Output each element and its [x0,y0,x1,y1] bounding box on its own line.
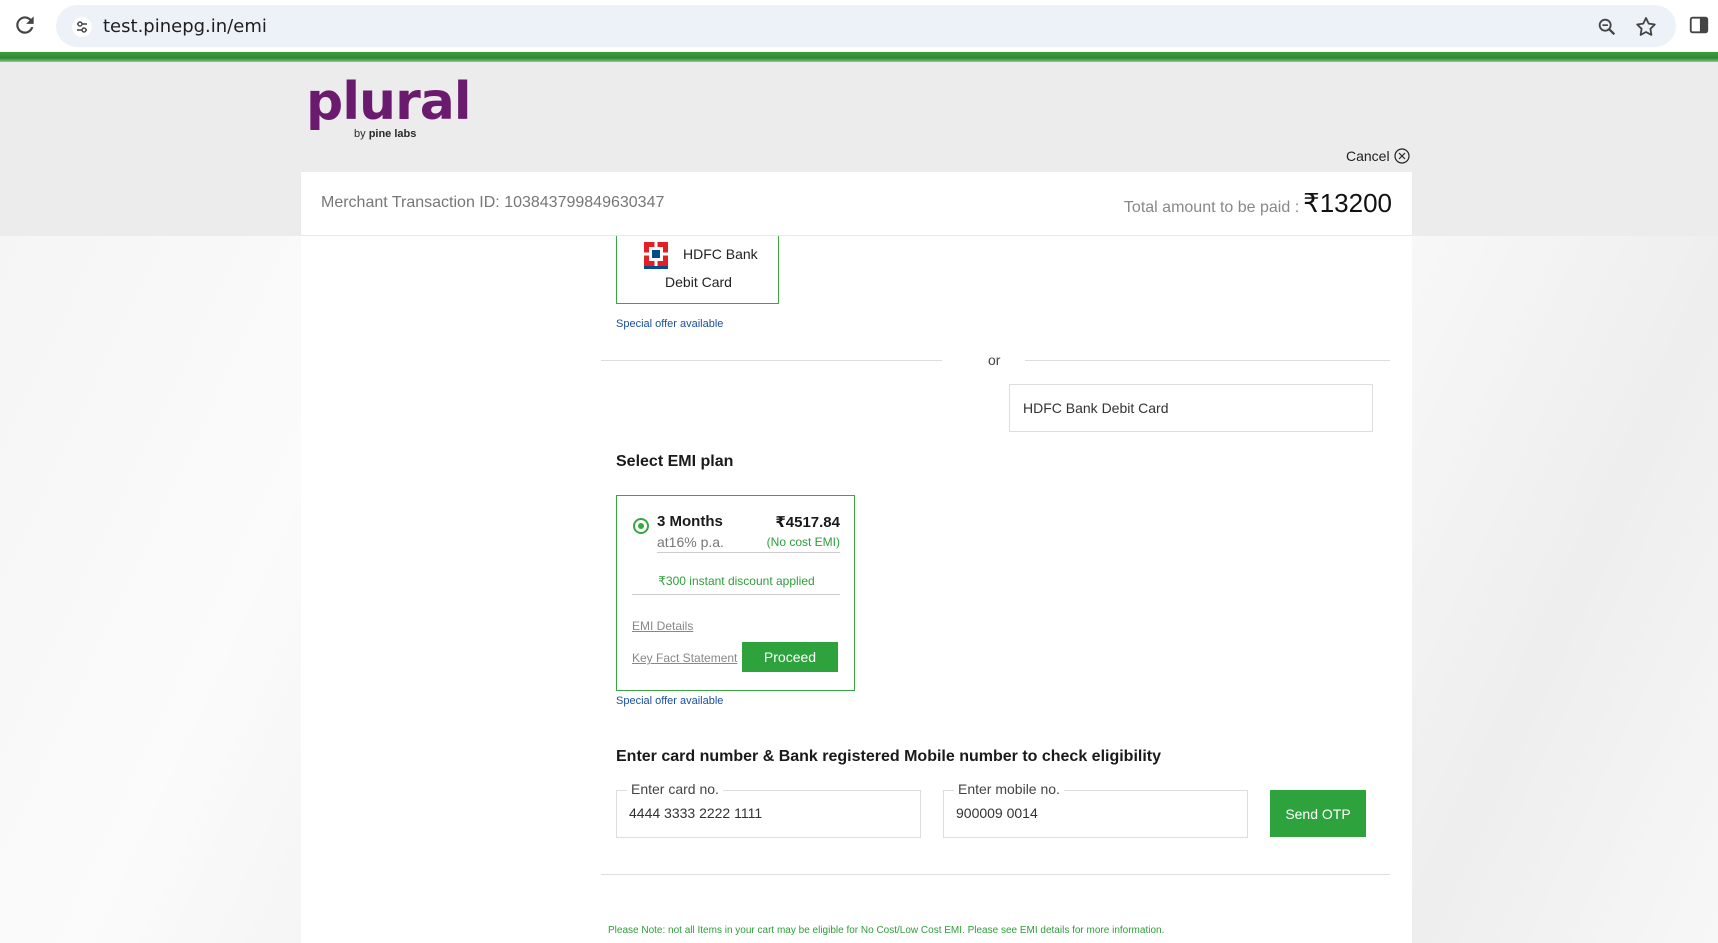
bookmark-star-icon[interactable] [1634,15,1658,39]
plan-tag: (No cost EMI) [766,535,840,549]
total-value: ₹13200 [1303,188,1392,218]
plan-interest-rate: at16% p.a. [657,534,724,550]
mobile-number-field[interactable]: Enter mobile no. [943,781,1248,838]
bank-select-field[interactable]: HDFC Bank Debit Card [1009,384,1373,432]
card-type: Debit Card [665,274,732,290]
logo-word: plural [306,72,472,132]
total-amount: Total amount to be paid : ₹13200 [1124,188,1392,219]
key-fact-statement-link[interactable]: Key Fact Statement [632,651,737,665]
emi-plan-card[interactable]: 3 Months ₹4517.84 at16% p.a. (No cost EM… [616,495,855,691]
mobile-number-label: Enter mobile no. [954,781,1064,797]
card-number-field[interactable]: Enter card no. [616,781,921,838]
plan-radio[interactable] [633,518,649,534]
card-number-input[interactable] [629,805,899,821]
emi-details-link[interactable]: EMI Details [632,619,693,633]
zoom-icon[interactable] [1596,16,1618,38]
logo-tagline: by pine labs [354,128,417,140]
special-offer-link[interactable]: Special offer available [616,318,723,330]
plural-logo: plural by pine labs [306,76,472,144]
cancel-button[interactable]: Cancel [1346,148,1410,164]
left-column [301,236,579,943]
eligibility-note: Please Note: not all Items in your cart … [608,925,1165,936]
bank-name: HDFC Bank [683,246,758,262]
divider [601,360,942,361]
divider [1025,360,1390,361]
proceed-button[interactable]: Proceed [742,642,838,672]
bank-option-hdfc[interactable]: HDFC Bank Debit Card [616,236,779,304]
url-text[interactable]: test.pinepg.in/emi [103,16,267,37]
special-offer-link[interactable]: Special offer available [616,695,723,707]
total-label: Total amount to be paid : [1123,199,1300,216]
merchant-transaction-id: Merchant Transaction ID: 103843799849630… [321,194,665,211]
reload-icon[interactable] [12,12,38,38]
send-otp-button[interactable]: Send OTP [1270,790,1366,837]
divider [601,874,1390,875]
top-accent-bar [0,52,1718,62]
address-bar[interactable]: test.pinepg.in/emi [56,5,1676,47]
cancel-label: Cancel [1346,148,1390,164]
emi-panel: HDFC Bank Debit Card Special offer avail… [579,236,1412,943]
divider [657,552,840,553]
transaction-header: Merchant Transaction ID: 103843799849630… [301,172,1412,236]
side-panel-icon[interactable] [1688,14,1710,36]
or-separator: or [988,352,1001,368]
site-info-icon[interactable] [72,17,92,37]
hdfc-logo-icon [644,242,668,269]
browser-toolbar: test.pinepg.in/emi [0,0,1718,52]
card-number-label: Enter card no. [627,781,723,797]
mobile-number-input[interactable] [956,805,1226,821]
plan-tenure: 3 Months [657,513,723,530]
eligibility-heading: Enter card number & Bank registered Mobi… [616,748,1162,765]
emi-plan-heading: Select EMI plan [616,453,734,470]
discount-text: ₹300 instant discount applied [658,574,815,588]
bank-select-value: HDFC Bank Debit Card [1023,400,1169,416]
close-circle-icon [1393,148,1410,164]
divider [632,594,840,595]
plan-emi-amount: ₹4517.84 [775,514,840,531]
